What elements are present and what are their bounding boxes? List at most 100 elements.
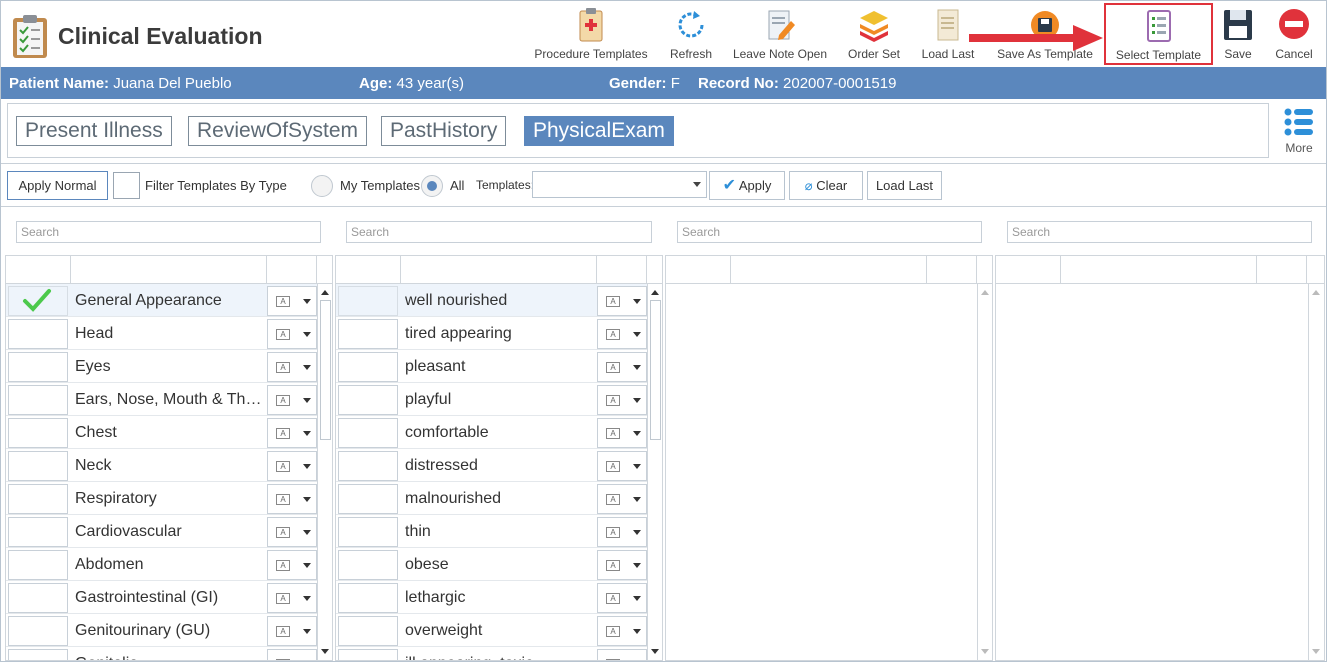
row-checkbox[interactable] [8,550,68,580]
system-row[interactable]: Eyes A [6,350,317,383]
systems-search-input[interactable]: Search [16,221,321,243]
row-checkbox[interactable] [338,517,398,547]
row-checkbox[interactable] [338,286,398,316]
row-checkbox[interactable] [338,385,398,415]
row-note-dropdown[interactable]: A [597,286,647,316]
row-checkbox[interactable] [8,418,68,448]
column4-search-input[interactable]: Search [1007,221,1312,243]
row-note-dropdown[interactable]: A [597,583,647,613]
system-row[interactable]: Gastrointestinal (GI) A [6,581,317,614]
finding-row[interactable]: comfortable A [336,416,647,449]
my-templates-radio[interactable] [311,175,333,197]
finding-row[interactable]: well nourished A [336,284,647,317]
row-note-dropdown[interactable]: A [267,550,317,580]
system-row[interactable]: Abdomen A [6,548,317,581]
system-row[interactable]: Chest A [6,416,317,449]
findings-scrollbar[interactable] [647,284,662,660]
cancel-button[interactable]: Cancel [1269,7,1319,65]
system-row[interactable]: Ears, Nose, Mouth & Thr... A [6,383,317,416]
system-row[interactable]: Respiratory A [6,482,317,515]
row-note-dropdown[interactable]: A [267,616,317,646]
filter-by-type-checkbox[interactable] [113,172,140,199]
row-checkbox[interactable] [8,352,68,382]
tab-past-history[interactable]: PastHistory [381,116,507,146]
row-note-dropdown[interactable]: A [267,352,317,382]
row-checkbox[interactable] [338,418,398,448]
refresh-button[interactable]: Refresh [665,7,717,65]
row-checkbox[interactable] [338,319,398,349]
finding-row[interactable]: overweight A [336,614,647,647]
row-checkbox[interactable] [8,484,68,514]
more-button[interactable]: More [1282,106,1316,156]
order-set-button[interactable]: Order Set [845,7,903,65]
row-note-dropdown[interactable]: A [267,517,317,547]
systems-scrollbar[interactable] [317,284,332,660]
column4-scrollbar[interactable] [1308,284,1324,660]
row-checkbox[interactable] [8,385,68,415]
tab-present-illness[interactable]: Present Illness [16,116,172,146]
row-note-dropdown[interactable]: A [597,616,647,646]
row-checkbox[interactable] [8,649,68,660]
system-row[interactable]: Cardiovascular A [6,515,317,548]
finding-row[interactable]: obese A [336,548,647,581]
row-note-dropdown[interactable]: A [267,319,317,349]
select-template-button[interactable]: Select Template [1104,3,1213,65]
finding-row[interactable]: distressed A [336,449,647,482]
row-checkbox[interactable] [338,649,398,660]
row-note-dropdown[interactable]: A [597,418,647,448]
finding-row[interactable]: lethargic A [336,581,647,614]
row-checkbox[interactable] [338,484,398,514]
column3-search-input[interactable]: Search [677,221,982,243]
row-checkbox[interactable] [8,319,68,349]
finding-row[interactable]: ill appearing, toxic A [336,647,647,660]
finding-row[interactable]: malnourished A [336,482,647,515]
row-note-dropdown[interactable]: A [597,385,647,415]
row-checkbox[interactable] [8,286,68,316]
findings-search-input[interactable]: Search [346,221,652,243]
row-checkbox[interactable] [338,616,398,646]
column3-scrollbar[interactable] [977,284,992,660]
templates-select[interactable] [532,171,707,198]
row-note-dropdown[interactable]: A [267,451,317,481]
row-note-dropdown[interactable]: A [267,385,317,415]
save-button[interactable]: Save [1219,7,1257,65]
row-checkbox[interactable] [8,451,68,481]
row-checkbox[interactable] [338,550,398,580]
tab-physical-exam[interactable]: PhysicalExam [524,116,674,146]
row-note-dropdown[interactable]: A [597,451,647,481]
row-note-dropdown[interactable]: A [597,352,647,382]
system-row[interactable]: Neck A [6,449,317,482]
row-note-dropdown[interactable]: A [267,484,317,514]
row-checkbox[interactable] [338,451,398,481]
finding-row[interactable]: thin A [336,515,647,548]
row-checkbox[interactable] [8,583,68,613]
apply-button[interactable]: ✔ Apply [709,171,785,200]
procedure-templates-button[interactable]: Procedure Templates [533,7,649,65]
row-note-dropdown[interactable]: A [267,583,317,613]
row-note-dropdown[interactable]: A [267,418,317,448]
row-note-dropdown[interactable]: A [597,517,647,547]
load-last-filter-button[interactable]: Load Last [867,171,942,200]
clear-button[interactable]: ⌀ Clear [789,171,863,200]
all-templates-radio[interactable] [421,175,443,197]
row-note-dropdown[interactable]: A [597,484,647,514]
finding-row[interactable]: playful A [336,383,647,416]
system-row[interactable]: Head A [6,317,317,350]
row-checkbox[interactable] [8,616,68,646]
system-row[interactable]: Genitalia A [6,647,317,660]
row-note-dropdown[interactable]: A [267,649,317,660]
row-checkbox[interactable] [338,583,398,613]
tab-review-of-system[interactable]: ReviewOfSystem [188,116,368,146]
row-checkbox[interactable] [8,517,68,547]
row-note-dropdown[interactable]: A [597,550,647,580]
row-note-dropdown[interactable]: A [267,286,317,316]
row-checkbox[interactable] [338,352,398,382]
leave-note-open-button[interactable]: Leave Note Open [731,7,829,65]
finding-row[interactable]: pleasant A [336,350,647,383]
system-row[interactable]: Genitourinary (GU) A [6,614,317,647]
row-note-dropdown[interactable]: A [597,319,647,349]
apply-normal-button[interactable]: Apply Normal [7,171,108,200]
row-note-dropdown[interactable]: A [597,649,647,660]
system-row[interactable]: General Appearance A [6,284,317,317]
finding-row[interactable]: tired appearing A [336,317,647,350]
